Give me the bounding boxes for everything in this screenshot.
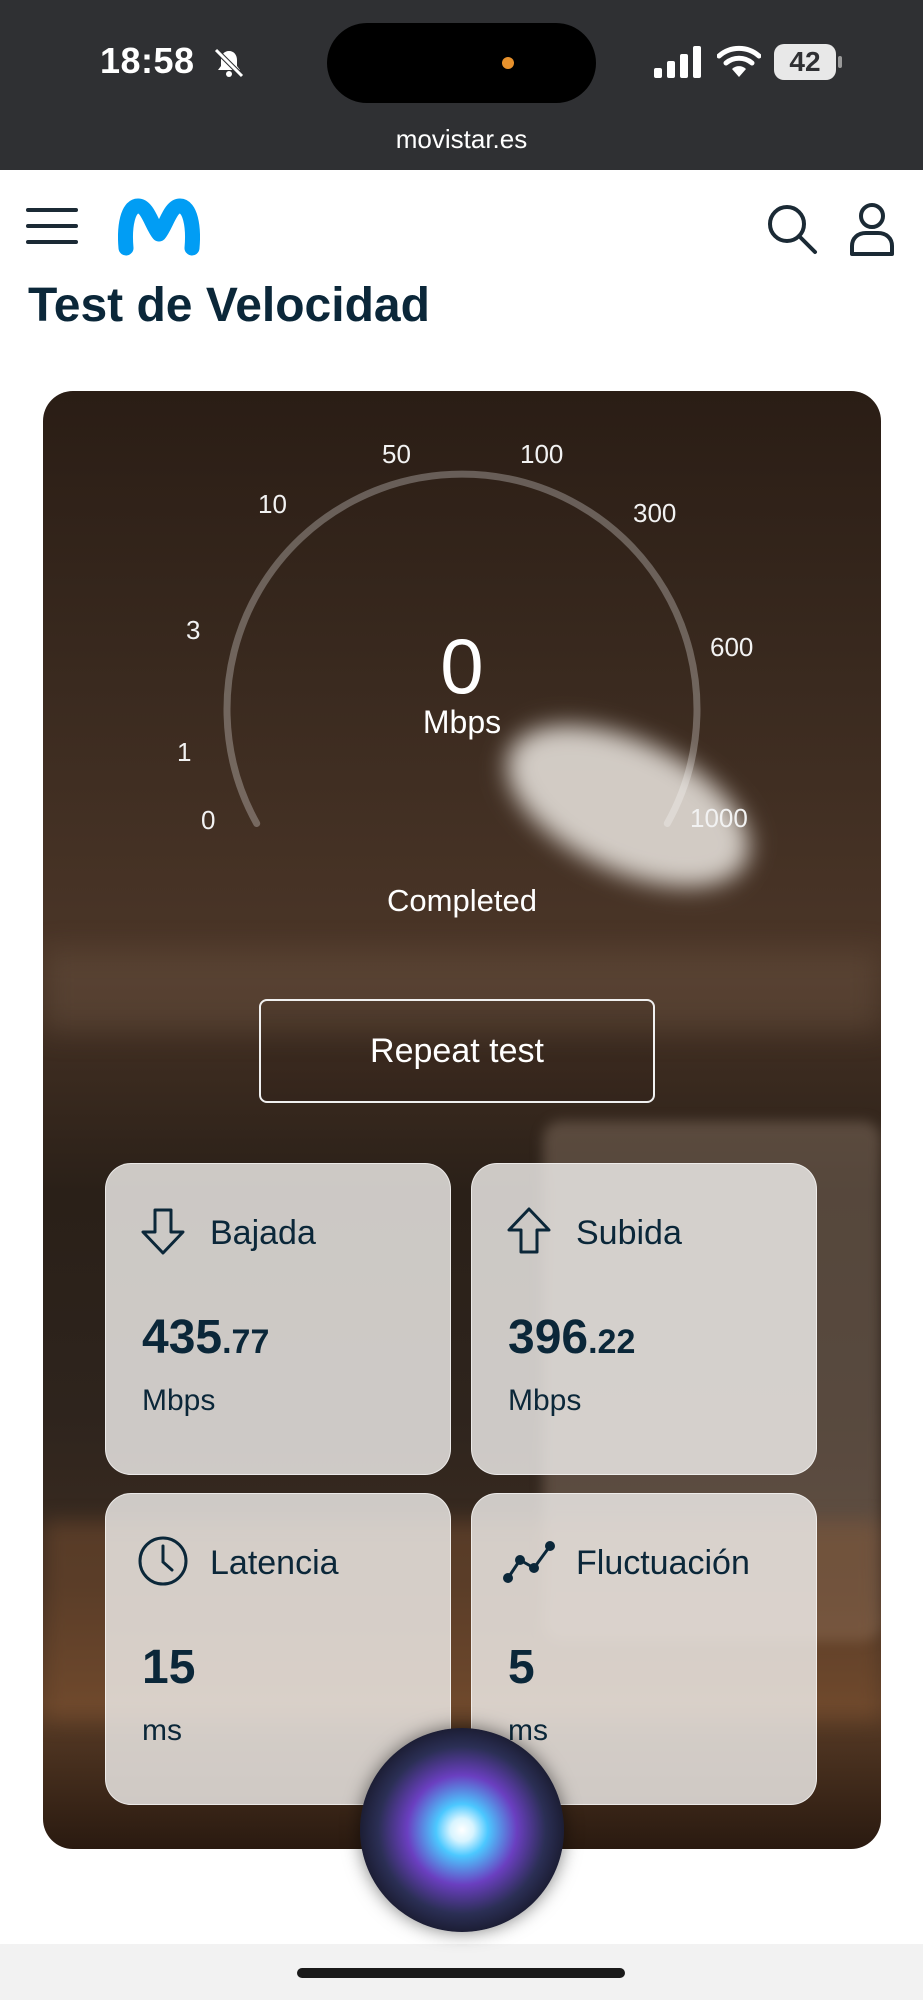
status-bar: 18:58 42 movistar.es — [0, 0, 923, 170]
hamburger-menu-icon[interactable] — [26, 206, 78, 246]
jitter-icon — [503, 1541, 555, 1583]
current-speed-value: 0 — [440, 622, 484, 710]
download-value: 435.77 — [142, 1311, 270, 1364]
speed-test-card: 0 1 3 10 50 100 300 600 1000 0 Mbps Comp… — [43, 391, 881, 1849]
download-unit: Mbps — [142, 1384, 216, 1417]
upload-label: Subida — [576, 1214, 682, 1252]
movistar-logo[interactable] — [118, 196, 200, 256]
bell-muted-icon — [214, 48, 244, 78]
arrow-down-icon — [141, 1208, 185, 1255]
download-metric-card: Bajada 435.77 Mbps — [105, 1163, 451, 1475]
latency-value: 15 — [142, 1641, 196, 1694]
gauge-label-1: 1 — [177, 737, 192, 767]
upload-unit: Mbps — [508, 1384, 582, 1417]
home-indicator[interactable] — [297, 1968, 625, 1978]
status-time: 18:58 — [100, 40, 195, 81]
download-label: Bajada — [210, 1214, 316, 1252]
clock-icon — [138, 1536, 188, 1586]
gauge-label-50: 50 — [382, 439, 411, 469]
test-status: Completed — [387, 883, 537, 918]
upload-metric-card: Subida 396.22 Mbps — [471, 1163, 817, 1475]
search-icon[interactable] — [766, 203, 818, 255]
battery-level: 42 — [789, 46, 821, 77]
page-title: Test de Velocidad — [28, 279, 430, 332]
user-account-icon[interactable] — [849, 202, 895, 256]
cellular-signal-icon — [654, 46, 701, 78]
address-bar-url[interactable]: movistar.es — [0, 124, 923, 155]
gauge-label-300: 300 — [633, 498, 677, 528]
current-speed-unit: Mbps — [422, 704, 502, 740]
latency-label: Latencia — [210, 1544, 339, 1582]
siri-orb-icon[interactable] — [360, 1728, 564, 1932]
privacy-indicator — [502, 57, 514, 69]
gauge-label-1000: 1000 — [690, 803, 748, 833]
repeat-test-button[interactable]: Repeat test — [259, 999, 655, 1103]
arrow-up-icon — [507, 1207, 551, 1254]
latency-unit: ms — [142, 1714, 182, 1747]
wifi-icon — [717, 45, 761, 77]
upload-value: 396.22 — [508, 1311, 636, 1364]
gauge-label-100: 100 — [520, 439, 564, 469]
dynamic-island — [327, 23, 596, 103]
jitter-label: Fluctuación — [576, 1544, 750, 1582]
battery-indicator: 42 — [774, 44, 842, 80]
gauge-label-0: 0 — [201, 805, 216, 835]
gauge-label-10: 10 — [258, 489, 287, 519]
jitter-value: 5 — [508, 1641, 535, 1694]
